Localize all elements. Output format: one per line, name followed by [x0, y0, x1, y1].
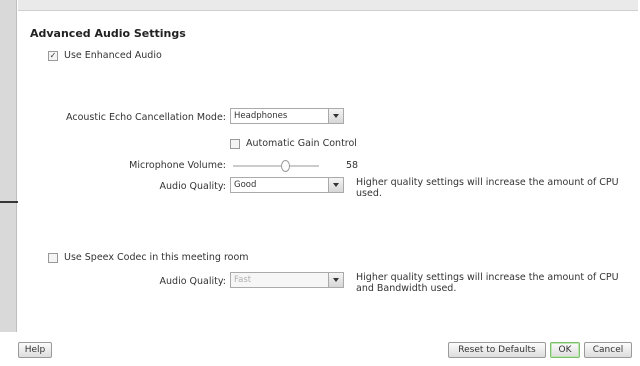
- audio-quality-label: Audio Quality:: [159, 181, 226, 192]
- advanced-audio-dialog: Advanced Audio Settings ✓ Use Enhanced Au…: [18, 0, 638, 366]
- mic-volume-value: 58: [346, 160, 359, 171]
- chevron-down-icon[interactable]: [328, 109, 343, 123]
- agc-checkbox[interactable]: [230, 138, 240, 149]
- audio-quality-hint: Higher quality settings will increase th…: [356, 177, 619, 199]
- echo-cancellation-value: Headphones: [234, 111, 288, 121]
- speex-quality-hint: Higher quality settings will increase th…: [356, 272, 619, 294]
- audio-quality-select[interactable]: Good: [230, 177, 344, 193]
- speex-quality-label: Audio Quality:: [159, 276, 226, 287]
- ok-button[interactable]: OK: [550, 342, 580, 358]
- speex-quality-value: Fast: [234, 275, 252, 285]
- section-title: Advanced Audio Settings: [30, 27, 186, 40]
- mic-volume-slider-thumb[interactable]: [281, 160, 290, 172]
- speex-row[interactable]: Use Speex Codec in this meeting room: [48, 252, 249, 263]
- mic-volume-label: Microphone Volume:: [129, 160, 226, 171]
- agc-label: Automatic Gain Control: [246, 138, 357, 149]
- enhanced-audio-row[interactable]: ✓ Use Enhanced Audio: [48, 50, 162, 61]
- echo-cancellation-select[interactable]: Headphones: [230, 108, 344, 124]
- enhanced-audio-checkbox[interactable]: ✓: [48, 50, 58, 61]
- reset-to-defaults-button[interactable]: Reset to Defaults: [448, 342, 546, 358]
- chevron-down-icon[interactable]: [328, 273, 343, 287]
- mic-volume-slider-track[interactable]: [233, 165, 319, 167]
- dialog-top-strip: [18, 0, 638, 11]
- enhanced-audio-label: Use Enhanced Audio: [64, 50, 162, 61]
- chevron-down-icon[interactable]: [328, 178, 343, 192]
- speex-label: Use Speex Codec in this meeting room: [64, 252, 249, 263]
- speex-checkbox[interactable]: [48, 252, 58, 263]
- help-button[interactable]: Help: [18, 342, 52, 358]
- echo-cancellation-label: Acoustic Echo Cancellation Mode:: [66, 112, 226, 123]
- agc-row[interactable]: Automatic Gain Control: [230, 138, 357, 149]
- cancel-button[interactable]: Cancel: [584, 342, 632, 358]
- audio-quality-value: Good: [234, 180, 257, 190]
- background-panel: [0, 0, 17, 332]
- speex-quality-select[interactable]: Fast: [230, 272, 344, 288]
